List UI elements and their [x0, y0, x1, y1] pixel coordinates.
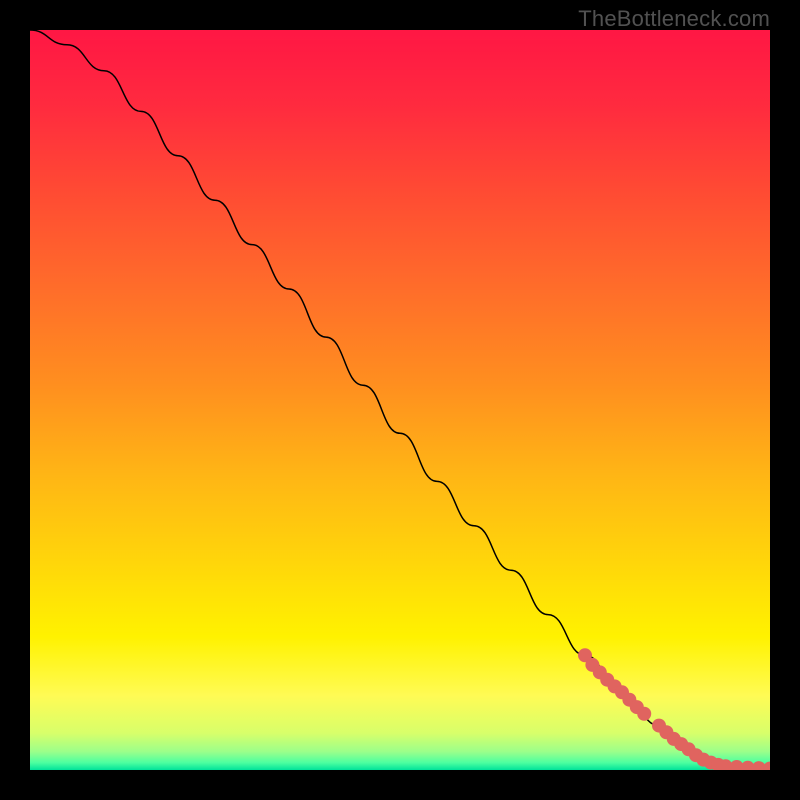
chart-stage: TheBottleneck.com [0, 0, 800, 800]
data-marker [637, 707, 651, 721]
plot-area [30, 30, 770, 770]
chart-svg [30, 30, 770, 770]
gradient-background [30, 30, 770, 770]
watermark-text: TheBottleneck.com [578, 6, 770, 32]
